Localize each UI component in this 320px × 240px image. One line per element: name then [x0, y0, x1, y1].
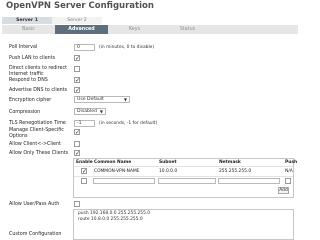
- advertise-dns-checkbox[interactable]: ✓: [74, 87, 80, 94]
- tab-server-2[interactable]: Server 2: [52, 17, 102, 24]
- tls-renegotiation-label: TLS Renegotiation Time: [9, 121, 66, 126]
- tab-advanced[interactable]: Advanced: [55, 25, 108, 34]
- poll-interval-label: Poll Interval: [9, 45, 38, 50]
- encryption-cipher-select[interactable]: Use Default ▼: [74, 96, 130, 103]
- column-header-common-name: Common Name: [94, 160, 132, 165]
- page-title: OpenVPN Server Configuration: [6, 1, 154, 11]
- new-push-checkbox[interactable]: [285, 178, 291, 184]
- push-lan-label: Push LAN to clients: [9, 56, 56, 61]
- tab-basic[interactable]: Basic: [2, 25, 55, 34]
- allow-client-client-checkbox[interactable]: [74, 141, 80, 147]
- row-netmask[interactable]: 255.255.255.0: [219, 169, 251, 174]
- new-enable-checkbox[interactable]: [81, 178, 87, 184]
- column-header-enable: Enable: [76, 160, 93, 165]
- respond-dns-checkbox[interactable]: ✓: [74, 77, 80, 84]
- advertise-dns-label: Advertise DNS to clients: [9, 88, 68, 93]
- chevron-down-icon: ▼: [99, 109, 103, 114]
- new-common-name-input[interactable]: [93, 178, 155, 184]
- column-header-push: Push: [285, 160, 298, 165]
- tab-server-1[interactable]: Server 1: [2, 17, 52, 24]
- manage-client-options-label: Manage Client-Specific Options: [9, 128, 64, 139]
- column-header-subnet: Subnet: [159, 160, 177, 165]
- new-subnet-input[interactable]: [158, 178, 216, 184]
- poll-interval-input[interactable]: 0: [74, 44, 95, 51]
- compression-label: Compression: [9, 110, 41, 115]
- server-tabs: Server 1 Server 2: [2, 17, 102, 24]
- add-client-button[interactable]: Add: [278, 187, 289, 194]
- clients-table: Enable Common Name Subnet Netmask Push ✓…: [73, 158, 298, 198]
- allow-only-clients-checkbox[interactable]: ✓: [74, 150, 80, 157]
- row-subnet[interactable]: 10.0.0.0: [159, 169, 177, 174]
- divider: [74, 166, 293, 167]
- direct-clients-label: Direct clients to redirect Internet traf…: [9, 66, 67, 77]
- compression-select[interactable]: Disabled ▼: [74, 108, 106, 115]
- custom-config-textarea[interactable]: push 192.168.0.0 255.255.255.0 route 10.…: [73, 209, 294, 240]
- new-netmask-input[interactable]: [218, 178, 280, 184]
- tab-status[interactable]: Status: [161, 25, 214, 34]
- allow-user-pass-checkbox[interactable]: [74, 201, 80, 207]
- row-common-name[interactable]: COMMON-VPN-NAME: [94, 169, 140, 174]
- tab-keys[interactable]: Keys: [108, 25, 161, 34]
- row-push[interactable]: N/A: [285, 169, 293, 174]
- compression-value: Disabled: [77, 109, 97, 114]
- row-enable-checkbox[interactable]: ✓: [81, 168, 87, 175]
- respond-dns-label: Respond to DNS: [9, 78, 48, 83]
- chevron-down-icon: ▼: [123, 97, 127, 102]
- direct-clients-checkbox[interactable]: [74, 66, 80, 72]
- allow-only-clients-label: Allow Only These Clients: [9, 151, 69, 156]
- encryption-cipher-value: Use Default: [77, 97, 104, 102]
- tls-renegotiation-input[interactable]: -1: [74, 120, 95, 127]
- divider: [74, 176, 293, 177]
- encryption-cipher-label: Encryption cipher: [9, 98, 52, 103]
- manage-client-options-checkbox[interactable]: ✓: [74, 129, 80, 136]
- allow-client-client-label: Allow Client<->Client: [9, 142, 61, 147]
- column-header-netmask: Netmask: [219, 160, 241, 165]
- allow-user-pass-label: Allow User/Pass Auth: [9, 202, 60, 207]
- poll-interval-hint: (in minutes, 0 to disable): [99, 45, 155, 50]
- settings-tabs: Basic Advanced Keys Status: [2, 25, 298, 34]
- tls-renegotiation-hint: (in seconds, -1 for default): [99, 121, 158, 126]
- push-lan-checkbox[interactable]: ✓: [74, 55, 80, 62]
- config-line: route 10.8.0.0 255.255.255.0: [78, 216, 143, 222]
- custom-config-label: Custom Configuration: [9, 232, 62, 237]
